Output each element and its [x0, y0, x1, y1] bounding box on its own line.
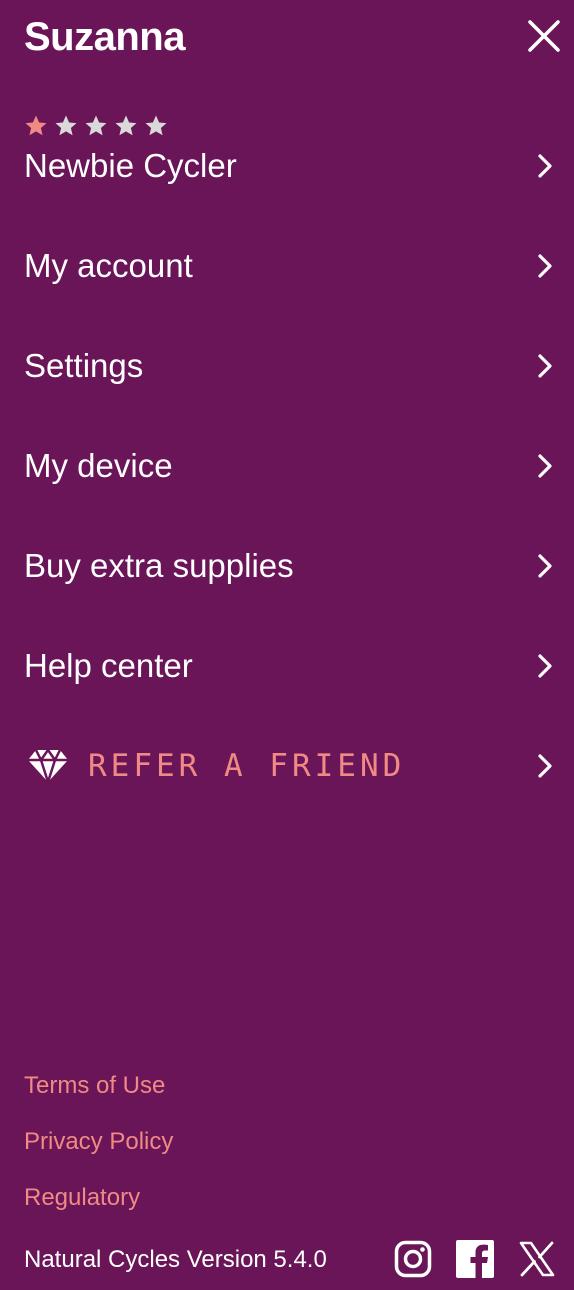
chevron-right-icon	[538, 454, 552, 478]
menu-item-label: Newbie Cycler	[24, 147, 237, 184]
facebook-icon	[456, 1240, 494, 1278]
chevron-right-icon	[538, 554, 552, 578]
x-button[interactable]	[518, 1240, 556, 1278]
menu-item-level[interactable]: Newbie Cycler	[0, 126, 574, 206]
regulatory-link[interactable]: Regulatory	[24, 1183, 140, 1213]
privacy-policy-link[interactable]: Privacy Policy	[24, 1127, 173, 1157]
app-version: Natural Cycles Version 5.4.0	[24, 1246, 327, 1273]
menu-item-settings[interactable]: Settings	[0, 326, 574, 406]
menu-item-label: My account	[24, 247, 193, 284]
menu-item-my-device[interactable]: My device	[0, 426, 574, 506]
close-icon	[528, 20, 560, 52]
instagram-icon	[394, 1240, 432, 1278]
facebook-button[interactable]	[456, 1240, 494, 1278]
menu-item-label: Help center	[24, 647, 193, 684]
chevron-right-icon	[538, 154, 552, 178]
x-icon	[519, 1241, 555, 1277]
menu-item-my-account[interactable]: My account	[0, 226, 574, 306]
chevron-right-icon	[538, 254, 552, 278]
instagram-button[interactable]	[394, 1240, 432, 1278]
chevron-right-icon	[538, 354, 552, 378]
menu-item-label: My device	[24, 447, 173, 484]
refer-a-friend-label: REFER A FRIEND	[88, 748, 406, 784]
chevron-right-icon	[538, 754, 552, 778]
partially-visible-content	[60, 0, 340, 4]
menu-item-buy-extra-supplies[interactable]: Buy extra supplies	[0, 526, 574, 606]
close-button[interactable]	[522, 14, 566, 58]
menu-item-help-center[interactable]: Help center	[0, 626, 574, 706]
chevron-right-icon	[538, 654, 552, 678]
refer-a-friend-button[interactable]: REFER A FRIEND	[0, 726, 574, 806]
diamond-icon	[28, 748, 68, 784]
terms-of-use-link[interactable]: Terms of Use	[24, 1071, 165, 1101]
menu-item-label: Buy extra supplies	[24, 547, 294, 584]
menu-item-label: Settings	[24, 347, 144, 384]
page-title: Suzanna	[24, 15, 185, 59]
